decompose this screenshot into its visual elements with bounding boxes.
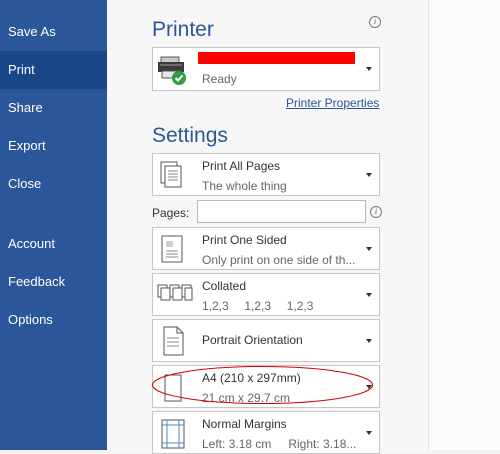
- portrait-page-icon: [163, 326, 184, 356]
- printer-icon: [158, 56, 186, 85]
- pages-stack-icon: [160, 161, 182, 188]
- collation-label: Collated: [202, 279, 247, 293]
- collation-sequence: 1,2,3: [244, 299, 272, 313]
- collation-select[interactable]: Collated 1,2,3 1,2,3 1,2,3: [152, 273, 380, 316]
- print-range-sub: The whole thing: [202, 179, 287, 193]
- sides-sub: Only print on one side of th...: [202, 253, 356, 267]
- chevron-down-icon: [366, 385, 372, 389]
- paper-size-icon: [164, 374, 182, 402]
- sidebar-item-save-as[interactable]: Save As: [0, 13, 107, 51]
- paper-size-sub: 21 cm x 29.7 cm: [202, 391, 291, 405]
- margins-label: Normal Margins: [202, 417, 287, 431]
- pages-input[interactable]: [197, 200, 366, 223]
- print-settings-panel: Printer i Ready Printer Properties Setti…: [107, 0, 428, 454]
- sidebar-item-share[interactable]: Share: [0, 89, 107, 127]
- sidebar-item-options[interactable]: Options: [0, 301, 107, 339]
- margins-right: Right: 3.18...: [288, 437, 357, 451]
- orientation-label: Portrait Orientation: [202, 333, 303, 347]
- sidebar-item-close[interactable]: Close: [0, 165, 107, 203]
- margins-left: Left: 3.18 cm: [202, 437, 272, 451]
- sidebar-item-print[interactable]: Print: [0, 51, 107, 89]
- print-range-select[interactable]: Print All Pages The whole thing: [152, 153, 380, 196]
- margins-select[interactable]: Normal Margins Left: 3.18 cm Right: 3.18…: [152, 411, 380, 454]
- chevron-down-icon: [366, 293, 372, 297]
- one-sided-icon: [161, 235, 183, 263]
- print-preview-area: [428, 0, 500, 450]
- chevron-down-icon: [366, 67, 372, 71]
- print-range-label: Print All Pages: [202, 159, 281, 173]
- collation-sequence: 1,2,3: [286, 299, 314, 313]
- sidebar-item-account[interactable]: Account: [0, 225, 107, 263]
- margins-icon: [161, 419, 185, 449]
- collated-icon: [157, 284, 193, 301]
- backstage-sidebar: Save As Print Share Export Close Account…: [0, 0, 107, 450]
- sides-select[interactable]: Print One Sided Only print on one side o…: [152, 227, 380, 270]
- chevron-down-icon: [366, 173, 372, 177]
- printer-properties-link[interactable]: Printer Properties: [286, 96, 379, 110]
- orientation-select[interactable]: Portrait Orientation: [152, 319, 380, 362]
- chevron-down-icon: [366, 339, 372, 343]
- printer-section-title: Printer: [152, 18, 214, 41]
- settings-section-title: Settings: [152, 124, 228, 147]
- printer-status: Ready: [202, 72, 237, 86]
- margins-sub: Left: 3.18 cm Right: 3.18...: [202, 437, 356, 451]
- chevron-down-icon: [366, 247, 372, 251]
- collation-sequence: 1,2,3: [202, 299, 229, 313]
- sidebar-item-export[interactable]: Export: [0, 127, 107, 165]
- chevron-down-icon: [366, 431, 372, 435]
- sides-label: Print One Sided: [202, 233, 287, 247]
- paper-size-label: A4 (210 x 297mm): [202, 371, 301, 385]
- printer-select[interactable]: Ready: [152, 47, 380, 91]
- pages-info-icon[interactable]: i: [370, 206, 382, 218]
- paper-size-select[interactable]: A4 (210 x 297mm) 21 cm x 29.7 cm: [152, 365, 380, 408]
- collation-sub: 1,2,3 1,2,3 1,2,3: [202, 299, 313, 313]
- printer-name-redacted: [198, 52, 355, 64]
- sidebar-item-feedback[interactable]: Feedback: [0, 263, 107, 301]
- pages-label: Pages:: [152, 206, 190, 220]
- printer-info-icon[interactable]: i: [369, 16, 381, 28]
